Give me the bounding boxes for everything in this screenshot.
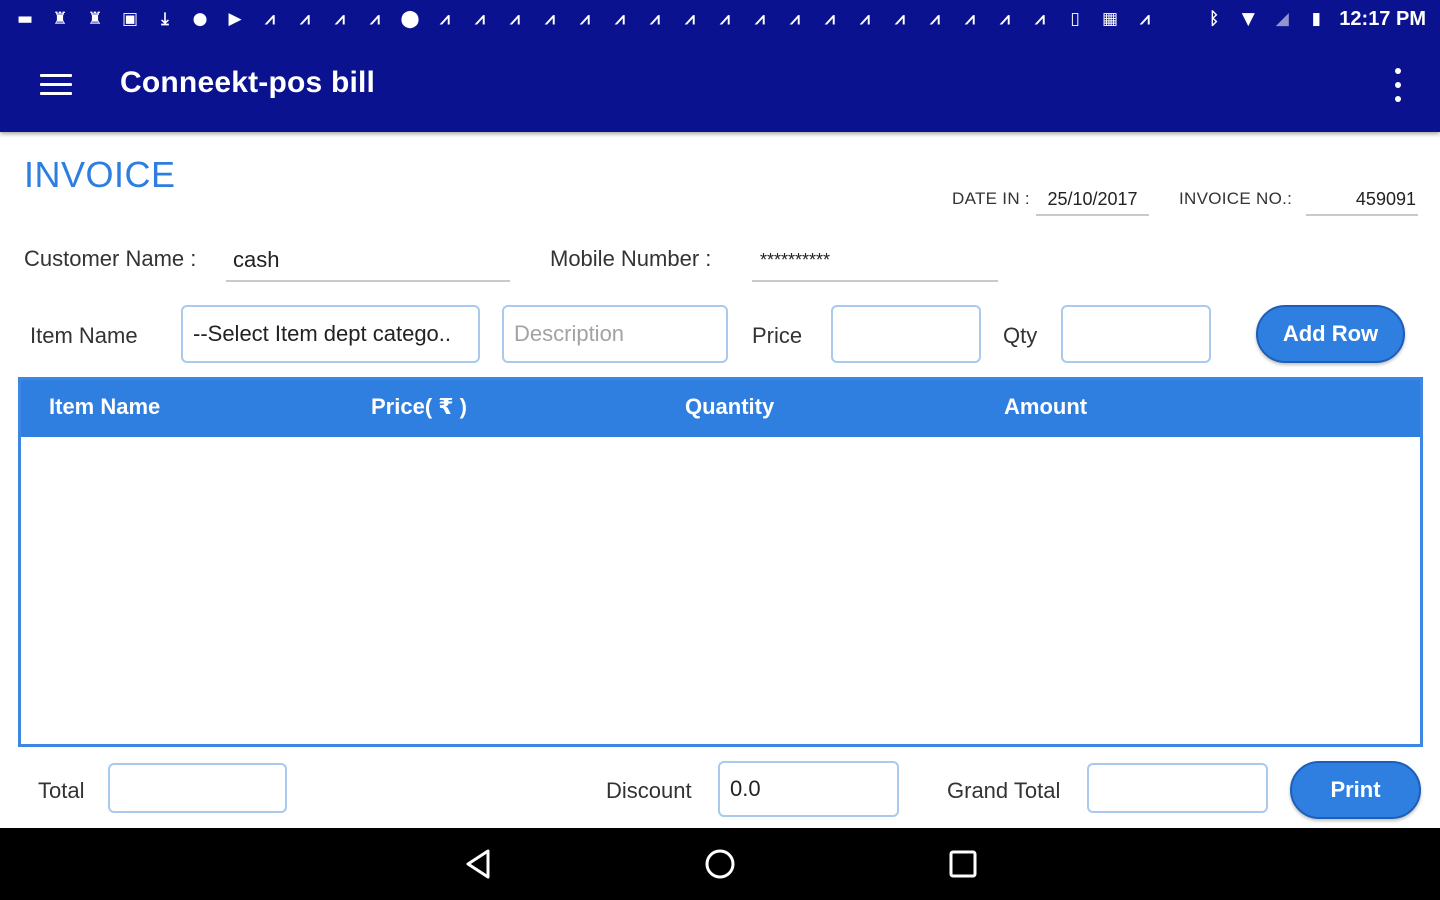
wifi-icon: ▼ (1241, 8, 1255, 29)
print-button[interactable]: Print (1290, 761, 1421, 819)
table-body (21, 437, 1420, 744)
app-notification-icon: ⩘ (510, 8, 520, 29)
customer-name-input[interactable] (226, 240, 510, 282)
notification-icon: ♜ (52, 8, 68, 29)
qty-label: Qty (1003, 323, 1038, 348)
app-notification-icon: ⩘ (615, 8, 625, 29)
app-notification-icon: ⩘ (930, 8, 940, 29)
download-icon: ⤓ (161, 8, 169, 29)
video-icon: ▶ (228, 8, 242, 29)
app-notification-icon: ⩘ (580, 8, 590, 29)
price-input[interactable] (831, 305, 981, 363)
date-field[interactable] (1036, 184, 1149, 216)
notification-icon: ♜ (87, 8, 103, 29)
app-notification-icon: ⩘ (685, 8, 695, 29)
calendar-icon: ▦ (1101, 8, 1119, 29)
app-notification-icon: ⩘ (545, 8, 555, 29)
battery-icon: ▮ (1311, 8, 1321, 29)
add-row-button[interactable]: Add Row (1256, 305, 1405, 363)
android-icon: ● (192, 8, 208, 29)
home-icon[interactable] (702, 846, 738, 882)
navigation-bar (0, 828, 1440, 900)
status-bar: ▬ ♜ ♜ ▣ ⤓ ● ▶ ⩘ ⩘ ⩘ ⩘ ⬤ ⩘ ⩘ ⩘ ⩘ ⩘ ⩘ ⩘ ⩘ … (0, 0, 1440, 38)
app-notification-icon: ⩘ (300, 8, 310, 29)
page-title: INVOICE (24, 154, 176, 195)
app-notification-icon: ⩘ (475, 8, 485, 29)
invoice-number-field[interactable] (1306, 184, 1418, 216)
app-bar: Conneekt-pos bill (0, 38, 1440, 132)
overflow-menu-icon[interactable] (1392, 68, 1404, 102)
discount-input[interactable] (718, 761, 899, 817)
invoice-items-table: Item Name Price( ₹ ) Quantity Amount (18, 377, 1423, 747)
app-notification-icon: ⩘ (335, 8, 345, 29)
app-notification-icon: ⩘ (650, 8, 660, 29)
phone-icon: ▯ (1070, 8, 1080, 29)
table-header: Item Name Price( ₹ ) Quantity Amount (21, 380, 1420, 437)
item-name-label: Item Name (30, 323, 138, 348)
column-header-item-name: Item Name (49, 394, 161, 419)
app-notification-icon: ⩘ (265, 8, 275, 29)
notification-icons: ▬ ♜ ♜ ▣ ⤓ ● ▶ ⩘ ⩘ ⩘ ⩘ ⬤ ⩘ ⩘ ⩘ ⩘ ⩘ ⩘ ⩘ ⩘ … (14, 9, 1203, 29)
image-icon: ▣ (121, 8, 139, 29)
message-icon: ▬ (16, 8, 34, 29)
column-header-price: Price( ₹ ) (371, 394, 468, 419)
bluetooth-icon: ᛒ (1209, 8, 1220, 29)
clock: 12:17 PM (1339, 7, 1426, 30)
customer-name-label: Customer Name : (24, 246, 197, 271)
total-field[interactable] (108, 763, 287, 813)
app-notification-icon: ⩘ (895, 8, 905, 29)
app-notification-icon: ⩘ (1000, 8, 1010, 29)
item-category-select-value: --Select Item dept catego.. (193, 321, 452, 346)
app-notification-icon: ⩘ (965, 8, 975, 29)
signal-icon: ◢ (1275, 8, 1289, 29)
total-label: Total (38, 778, 85, 803)
system-indicators: ᛒ ▼ ◢ ▮ 12:17 PM (1203, 8, 1426, 31)
hamburger-menu-icon[interactable] (40, 74, 72, 96)
circle-icon: ⬤ (400, 8, 420, 29)
item-category-select[interactable]: --Select Item dept catego.. (181, 305, 480, 363)
app-notification-icon: ⩘ (1140, 8, 1150, 29)
discount-label: Discount (606, 778, 692, 803)
qty-input[interactable] (1061, 305, 1211, 363)
app-notification-icon: ⩘ (440, 8, 450, 29)
description-input[interactable] (502, 305, 728, 363)
recent-apps-icon[interactable] (945, 846, 981, 882)
app-notification-icon: ⩘ (1035, 8, 1045, 29)
column-header-amount: Amount (1004, 394, 1088, 419)
grand-total-label: Grand Total (947, 778, 1061, 803)
date-label: DATE IN : (952, 189, 1030, 208)
app-notification-icon: ⩘ (790, 8, 800, 29)
invoice-number-label: INVOICE NO.: (1179, 189, 1293, 208)
back-icon[interactable] (460, 846, 496, 882)
app-notification-icon: ⩘ (755, 8, 765, 29)
column-header-quantity: Quantity (685, 394, 775, 419)
app-notification-icon: ⩘ (860, 8, 870, 29)
app-notification-icon: ⩘ (720, 8, 730, 29)
grand-total-field[interactable] (1087, 763, 1268, 813)
app-notification-icon: ⩘ (825, 8, 835, 29)
price-label: Price (752, 323, 803, 348)
app-notification-icon: ⩘ (370, 8, 380, 29)
mobile-number-label: Mobile Number : (550, 246, 712, 271)
app-title: Conneekt-pos bill (120, 66, 376, 99)
mobile-number-input[interactable] (752, 240, 998, 282)
